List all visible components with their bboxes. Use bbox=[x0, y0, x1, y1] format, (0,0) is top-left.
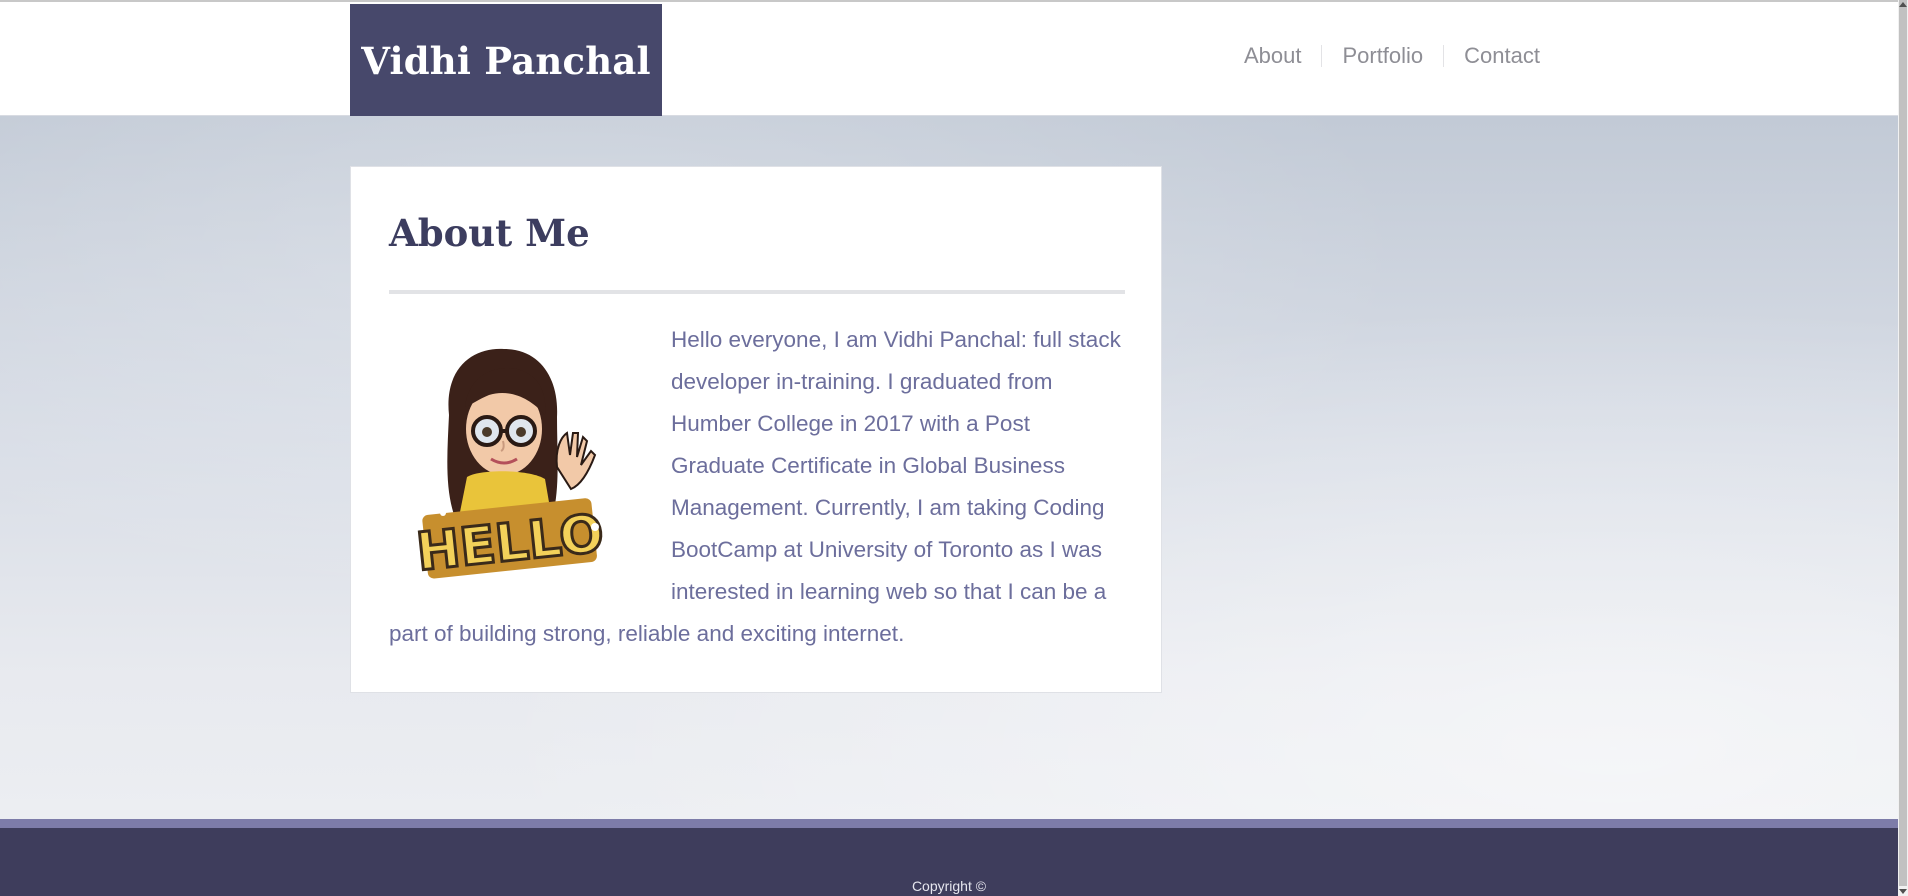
site-logo-text: Vidhi Panchal bbox=[361, 38, 651, 83]
site-footer: Copyright © bbox=[0, 828, 1898, 896]
vertical-scrollbar[interactable] bbox=[1898, 0, 1908, 896]
nav-link-about[interactable]: About bbox=[1224, 42, 1322, 70]
main-nav: About Portfolio Contact bbox=[1224, 42, 1560, 70]
site-header: Vidhi Panchal About Portfolio Contact bbox=[0, 0, 1898, 117]
title-divider bbox=[389, 290, 1125, 294]
site-logo[interactable]: Vidhi Panchal bbox=[350, 4, 662, 117]
about-card: About Me Hello everyone, I am Vidhi Panc… bbox=[350, 166, 1162, 693]
nav-link-portfolio[interactable]: Portfolio bbox=[1322, 42, 1443, 70]
footer-stripe bbox=[0, 819, 1898, 828]
scroll-down-arrow-icon[interactable] bbox=[1899, 889, 1907, 894]
about-title: About Me bbox=[389, 211, 590, 255]
scroll-up-arrow-icon[interactable] bbox=[1899, 2, 1907, 7]
bitmoji-hello-avatar-icon: HELLO bbox=[389, 337, 621, 585]
page: Vidhi Panchal About Portfolio Contact Ab… bbox=[0, 0, 1908, 896]
scrollbar-thumb[interactable] bbox=[1899, 0, 1907, 886]
nav-link-contact[interactable]: Contact bbox=[1444, 42, 1560, 70]
copyright-text: Copyright © bbox=[911, 878, 987, 894]
